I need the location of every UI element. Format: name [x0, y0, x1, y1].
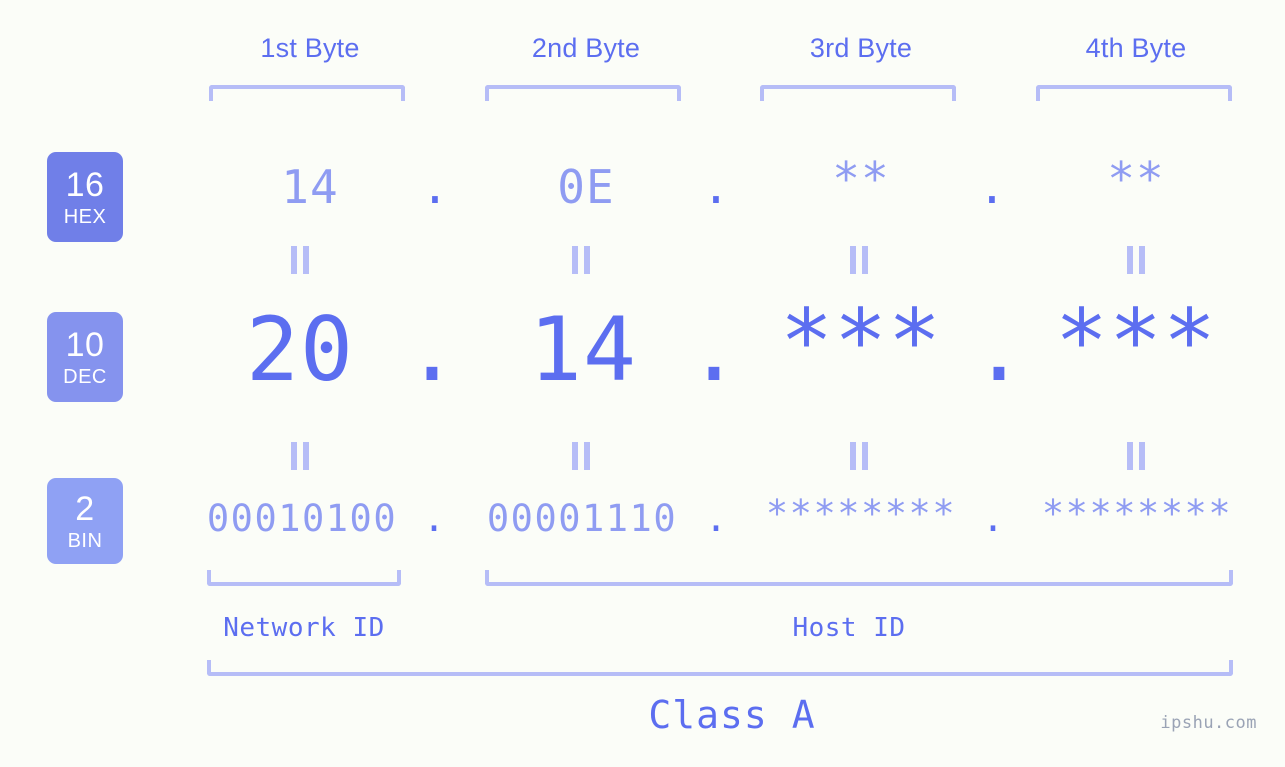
byte-header-1: 1st Byte	[260, 33, 360, 63]
base-badge-hex[interactable]: 16 HEX	[47, 152, 123, 242]
dec-byte-1: 20	[246, 298, 354, 401]
byte-header-3: 3rd Byte	[809, 33, 913, 63]
site-watermark: ipshu.com	[1160, 713, 1257, 733]
equals-connector-hex-dec-2	[570, 246, 592, 274]
equals-connector-dec-bin-2	[570, 442, 592, 470]
base-badge-bin-label: BIN	[67, 529, 103, 552]
dec-byte-4: ***	[1055, 290, 1217, 393]
equals-connector-dec-bin-1	[289, 442, 311, 470]
hex-byte-1: 14	[281, 160, 339, 214]
host-id-bracket	[485, 570, 1233, 586]
equals-connector-hex-dec-3	[848, 246, 870, 274]
class-bracket	[207, 660, 1233, 676]
byte-bracket-1	[209, 85, 405, 101]
network-id-bracket	[207, 570, 401, 586]
byte-bracket-4	[1036, 85, 1232, 101]
byte-bracket-2	[485, 85, 681, 101]
base-badge-dec-number: 10	[65, 325, 105, 364]
dec-byte-2: 14	[529, 298, 637, 401]
dec-byte-3: ***	[780, 290, 942, 393]
hex-byte-4: **	[1107, 152, 1165, 206]
bin-byte-1: 00010100	[206, 497, 398, 540]
base-badge-bin[interactable]: 2 BIN	[47, 478, 123, 564]
equals-connector-dec-bin-4	[1125, 442, 1147, 470]
equals-connector-hex-dec-1	[289, 246, 311, 274]
base-badge-bin-number: 2	[75, 489, 95, 528]
base-badge-dec[interactable]: 10 DEC	[47, 312, 123, 402]
ip-address-breakdown-diagram: 1st Byte 2nd Byte 3rd Byte 4th Byte 16 H…	[0, 0, 1285, 767]
byte-bracket-3	[760, 85, 956, 101]
base-badge-hex-label: HEX	[63, 205, 107, 228]
equals-connector-dec-bin-3	[848, 442, 870, 470]
bin-byte-4: ********	[1041, 492, 1233, 535]
hex-byte-3: **	[832, 152, 890, 206]
network-id-label: Network ID	[223, 613, 385, 643]
byte-header-2: 2nd Byte	[531, 33, 641, 63]
class-label: Class A	[648, 693, 816, 737]
host-id-label: Host ID	[792, 613, 906, 643]
base-badge-hex-number: 16	[65, 165, 105, 204]
hex-byte-2: 0E	[557, 160, 615, 214]
bin-byte-3: ********	[765, 492, 957, 535]
bin-byte-2: 00001110	[486, 497, 678, 540]
equals-connector-hex-dec-4	[1125, 246, 1147, 274]
byte-header-4: 4th Byte	[1085, 33, 1187, 63]
base-badge-dec-label: DEC	[63, 365, 107, 388]
